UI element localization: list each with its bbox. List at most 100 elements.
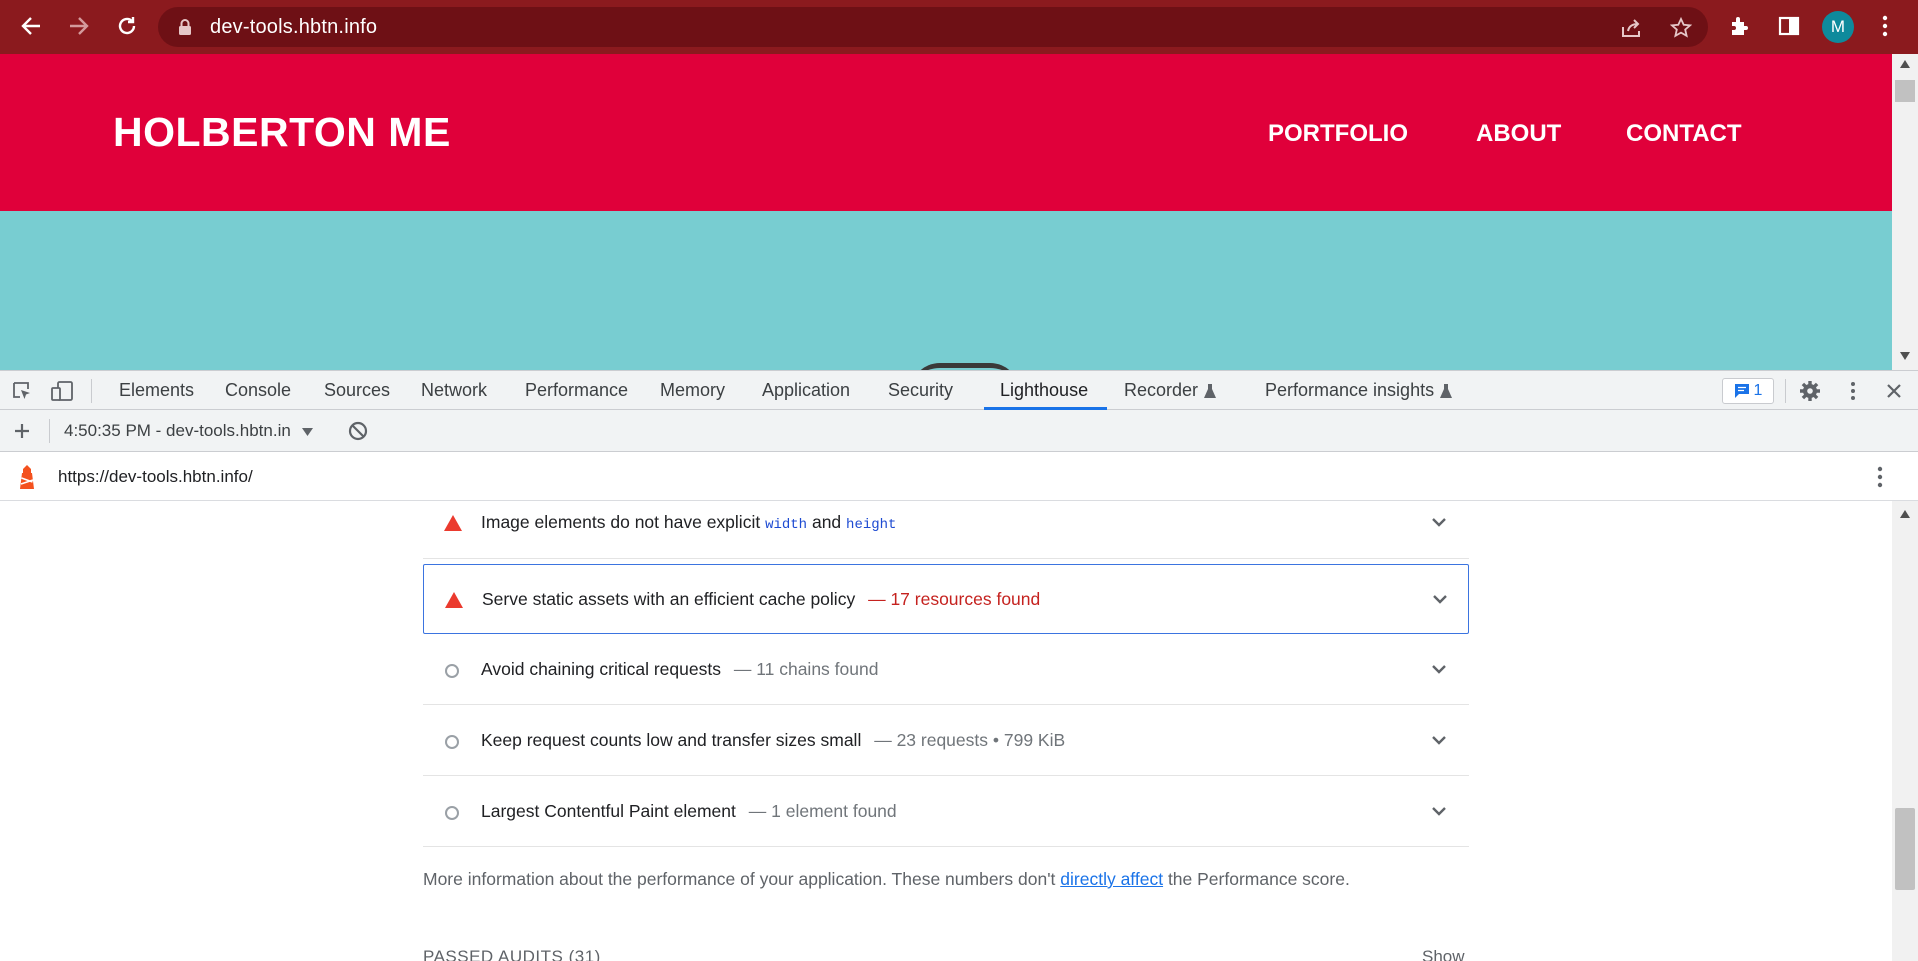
note-prefix: More information about the performance o… bbox=[423, 869, 1056, 889]
device-toolbar-icon[interactable] bbox=[49, 379, 75, 403]
passed-audits-label: PASSED AUDITS bbox=[423, 947, 564, 961]
fail-triangle-icon bbox=[444, 515, 462, 531]
nav-about[interactable]: ABOUT bbox=[1476, 120, 1561, 148]
profile-avatar[interactable]: M bbox=[1822, 11, 1854, 43]
tab-console[interactable]: Console bbox=[225, 371, 291, 410]
audit-row[interactable]: Keep request counts low and transfer siz… bbox=[423, 706, 1469, 776]
settings-gear-icon[interactable] bbox=[1797, 379, 1823, 403]
audit-row[interactable]: Largest Contentful Paint element — 1 ele… bbox=[423, 777, 1469, 847]
performance-note: More information about the performance o… bbox=[423, 869, 1350, 890]
note-suffix: the Performance score. bbox=[1167, 869, 1350, 889]
report-url: https://dev-tools.hbtn.info/ bbox=[58, 467, 253, 486]
tab-application[interactable]: Application bbox=[762, 371, 850, 410]
audit-display-value: — 1 element found bbox=[748, 801, 897, 821]
address-url: dev-tools.hbtn.info bbox=[210, 16, 378, 38]
site-logo[interactable]: HOLBERTON ME bbox=[113, 109, 451, 156]
tab-lighthouse[interactable]: Lighthouse bbox=[1000, 371, 1088, 410]
report-scrollbar-thumb[interactable] bbox=[1895, 808, 1915, 890]
dropdown-triangle-icon bbox=[301, 427, 313, 436]
lock-icon bbox=[178, 19, 192, 40]
hero-section bbox=[0, 211, 1892, 370]
show-passed-button[interactable]: Show bbox=[1422, 947, 1465, 961]
audit-connector: and bbox=[811, 512, 842, 532]
audit-code: width bbox=[765, 517, 808, 533]
chevron-down-icon[interactable] bbox=[1431, 590, 1449, 608]
audit-display-value: — 17 resources found bbox=[868, 589, 1041, 609]
info-circle-icon bbox=[445, 806, 459, 820]
lighthouse-report: Image elements do not have explicit widt… bbox=[0, 501, 1892, 961]
inspect-element-icon[interactable] bbox=[9, 379, 35, 403]
tab-performance-insights[interactable]: Performance insights bbox=[1265, 371, 1434, 410]
lighthouse-toolbar: 4:50:35 PM - dev-tools.hbtn.in bbox=[0, 410, 1918, 452]
address-bar[interactable]: dev-tools.hbtn.info bbox=[158, 7, 1708, 47]
close-devtools-icon[interactable] bbox=[1881, 379, 1907, 403]
passed-audits-heading[interactable]: PASSED AUDITS (31) bbox=[423, 947, 601, 961]
audit-title: Serve static assets with an efficient ca… bbox=[482, 589, 856, 609]
tab-recorder[interactable]: Recorder bbox=[1124, 371, 1198, 410]
scroll-down-arrow-icon[interactable] bbox=[1900, 352, 1910, 360]
report-scrollbar[interactable] bbox=[1892, 501, 1918, 961]
experiment-flask-icon bbox=[1440, 384, 1452, 398]
info-circle-icon bbox=[445, 735, 459, 749]
audit-title: Largest Contentful Paint element bbox=[481, 801, 736, 821]
nav-portfolio[interactable]: PORTFOLIO bbox=[1268, 120, 1408, 148]
extensions-icon[interactable] bbox=[1725, 11, 1755, 41]
scroll-up-arrow-icon[interactable] bbox=[1900, 510, 1910, 518]
hero-image-partial bbox=[910, 363, 1020, 370]
lighthouse-logo-icon bbox=[20, 465, 34, 489]
audit-code: height bbox=[846, 517, 897, 533]
toolbar-divider bbox=[49, 419, 50, 443]
directly-affect-link[interactable]: directly affect bbox=[1060, 869, 1163, 889]
tab-security[interactable]: Security bbox=[888, 371, 953, 410]
audit-title: Avoid chaining critical requests bbox=[481, 659, 721, 679]
devtools-more-icon[interactable] bbox=[1840, 379, 1866, 403]
passed-audits-count: (31) bbox=[568, 947, 601, 961]
audit-row[interactable]: Serve static assets with an efficient ca… bbox=[423, 564, 1469, 634]
audit-row[interactable]: Image elements do not have explicit widt… bbox=[423, 501, 1469, 559]
reload-button[interactable] bbox=[110, 9, 144, 43]
tab-elements[interactable]: Elements bbox=[119, 371, 194, 410]
share-icon[interactable] bbox=[1618, 15, 1644, 41]
issues-count: 1 bbox=[1753, 382, 1763, 399]
chevron-down-icon[interactable] bbox=[1430, 660, 1448, 678]
info-circle-icon bbox=[445, 664, 459, 678]
tab-performance[interactable]: Performance bbox=[525, 371, 628, 410]
audit-title: Image elements do not have explicit bbox=[481, 512, 761, 532]
new-report-plus-icon[interactable] bbox=[9, 419, 35, 443]
page-viewport: HOLBERTON ME PORTFOLIO ABOUT CONTACT bbox=[0, 54, 1918, 370]
report-url-bar: https://dev-tools.hbtn.info/ bbox=[0, 452, 1918, 501]
audit-row[interactable]: Avoid chaining critical requests — 11 ch… bbox=[423, 635, 1469, 705]
report-select-label: 4:50:35 PM - dev-tools.hbtn.in bbox=[64, 421, 291, 440]
fail-triangle-icon bbox=[445, 592, 463, 608]
back-button[interactable] bbox=[14, 9, 48, 43]
reload-icon bbox=[118, 17, 136, 35]
nav-contact[interactable]: CONTACT bbox=[1626, 120, 1742, 148]
audit-display-value: — 23 requests • 799 KiB bbox=[874, 730, 1066, 750]
clear-reports-icon[interactable] bbox=[345, 419, 371, 443]
bookmark-star-icon[interactable] bbox=[1668, 15, 1694, 41]
report-menu-icon[interactable] bbox=[1877, 466, 1883, 488]
browser-toolbar: dev-tools.hbtn.info M bbox=[0, 0, 1918, 54]
message-icon bbox=[1734, 384, 1749, 398]
site-header: HOLBERTON ME PORTFOLIO ABOUT CONTACT bbox=[0, 54, 1892, 211]
tab-sources[interactable]: Sources bbox=[324, 371, 390, 410]
issues-badge[interactable]: 1 bbox=[1722, 378, 1774, 404]
chevron-down-icon[interactable] bbox=[1430, 731, 1448, 749]
tab-network[interactable]: Network bbox=[421, 371, 487, 410]
forward-arrow-icon bbox=[70, 17, 89, 35]
page-scrollbar-thumb[interactable] bbox=[1895, 80, 1915, 102]
browser-menu-icon[interactable] bbox=[1870, 11, 1900, 41]
audit-display-value: — 11 chains found bbox=[733, 659, 879, 679]
scroll-up-arrow-icon[interactable] bbox=[1900, 60, 1910, 68]
forward-button[interactable] bbox=[62, 9, 96, 43]
report-select[interactable]: 4:50:35 PM - dev-tools.hbtn.in bbox=[64, 421, 313, 441]
tab-memory[interactable]: Memory bbox=[660, 371, 725, 410]
chevron-down-icon[interactable] bbox=[1430, 513, 1448, 531]
side-panel-icon[interactable] bbox=[1774, 11, 1804, 41]
experiment-flask-icon bbox=[1204, 384, 1216, 398]
chevron-down-icon[interactable] bbox=[1430, 802, 1448, 820]
toolbar-divider bbox=[1785, 379, 1786, 403]
back-arrow-icon bbox=[21, 17, 40, 35]
audit-title: Keep request counts low and transfer siz… bbox=[481, 730, 862, 750]
toolbar-divider bbox=[91, 379, 92, 403]
